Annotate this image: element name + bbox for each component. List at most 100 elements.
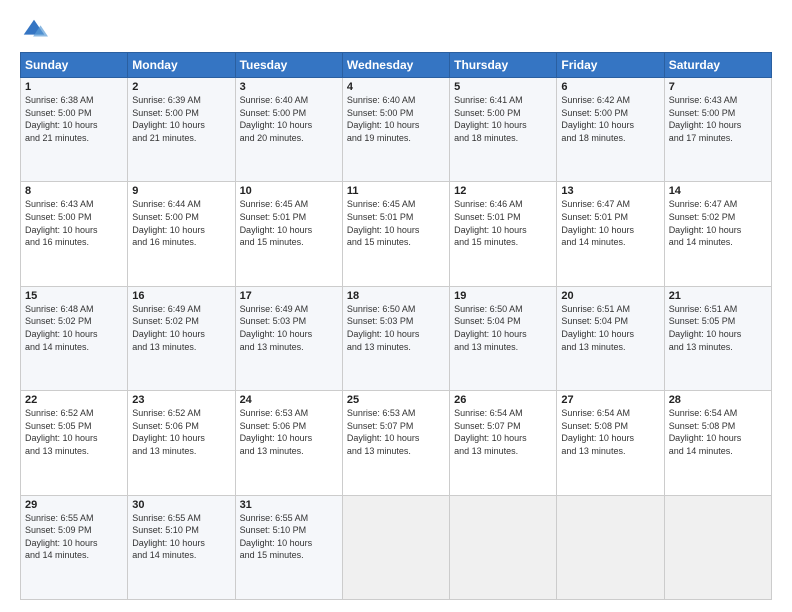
calendar-cell: 11Sunrise: 6:45 AM Sunset: 5:01 PM Dayli… <box>342 182 449 286</box>
day-number: 24 <box>240 394 338 406</box>
calendar-cell: 24Sunrise: 6:53 AM Sunset: 5:06 PM Dayli… <box>235 391 342 495</box>
calendar-cell: 16Sunrise: 6:49 AM Sunset: 5:02 PM Dayli… <box>128 286 235 390</box>
calendar-header-thursday: Thursday <box>450 53 557 78</box>
day-number: 15 <box>25 290 123 302</box>
calendar-week-row: 8Sunrise: 6:43 AM Sunset: 5:00 PM Daylig… <box>21 182 772 286</box>
day-info: Sunrise: 6:53 AM Sunset: 5:07 PM Dayligh… <box>347 407 445 457</box>
calendar-cell <box>450 495 557 599</box>
day-info: Sunrise: 6:38 AM Sunset: 5:00 PM Dayligh… <box>25 94 123 144</box>
day-number: 13 <box>561 185 659 197</box>
day-number: 6 <box>561 81 659 93</box>
day-number: 16 <box>132 290 230 302</box>
calendar-cell: 2Sunrise: 6:39 AM Sunset: 5:00 PM Daylig… <box>128 78 235 182</box>
day-number: 2 <box>132 81 230 93</box>
header <box>20 16 772 44</box>
day-info: Sunrise: 6:46 AM Sunset: 5:01 PM Dayligh… <box>454 198 552 248</box>
calendar-cell: 19Sunrise: 6:50 AM Sunset: 5:04 PM Dayli… <box>450 286 557 390</box>
day-number: 11 <box>347 185 445 197</box>
day-number: 30 <box>132 499 230 511</box>
day-info: Sunrise: 6:55 AM Sunset: 5:09 PM Dayligh… <box>25 512 123 562</box>
day-info: Sunrise: 6:42 AM Sunset: 5:00 PM Dayligh… <box>561 94 659 144</box>
calendar-cell: 4Sunrise: 6:40 AM Sunset: 5:00 PM Daylig… <box>342 78 449 182</box>
day-number: 22 <box>25 394 123 406</box>
day-number: 5 <box>454 81 552 93</box>
calendar-cell: 25Sunrise: 6:53 AM Sunset: 5:07 PM Dayli… <box>342 391 449 495</box>
day-number: 25 <box>347 394 445 406</box>
calendar-cell: 21Sunrise: 6:51 AM Sunset: 5:05 PM Dayli… <box>664 286 771 390</box>
day-info: Sunrise: 6:43 AM Sunset: 5:00 PM Dayligh… <box>669 94 767 144</box>
day-info: Sunrise: 6:52 AM Sunset: 5:05 PM Dayligh… <box>25 407 123 457</box>
calendar-cell: 31Sunrise: 6:55 AM Sunset: 5:10 PM Dayli… <box>235 495 342 599</box>
day-info: Sunrise: 6:50 AM Sunset: 5:03 PM Dayligh… <box>347 303 445 353</box>
day-number: 7 <box>669 81 767 93</box>
calendar-table: SundayMondayTuesdayWednesdayThursdayFrid… <box>20 52 772 600</box>
day-info: Sunrise: 6:51 AM Sunset: 5:05 PM Dayligh… <box>669 303 767 353</box>
day-number: 19 <box>454 290 552 302</box>
day-info: Sunrise: 6:49 AM Sunset: 5:03 PM Dayligh… <box>240 303 338 353</box>
day-info: Sunrise: 6:47 AM Sunset: 5:01 PM Dayligh… <box>561 198 659 248</box>
calendar-cell: 13Sunrise: 6:47 AM Sunset: 5:01 PM Dayli… <box>557 182 664 286</box>
calendar-cell: 8Sunrise: 6:43 AM Sunset: 5:00 PM Daylig… <box>21 182 128 286</box>
logo-icon <box>20 16 48 44</box>
day-number: 29 <box>25 499 123 511</box>
calendar-cell: 14Sunrise: 6:47 AM Sunset: 5:02 PM Dayli… <box>664 182 771 286</box>
calendar-header-friday: Friday <box>557 53 664 78</box>
calendar-header-sunday: Sunday <box>21 53 128 78</box>
calendar-cell <box>664 495 771 599</box>
calendar-cell: 23Sunrise: 6:52 AM Sunset: 5:06 PM Dayli… <box>128 391 235 495</box>
calendar-cell: 22Sunrise: 6:52 AM Sunset: 5:05 PM Dayli… <box>21 391 128 495</box>
calendar-cell: 5Sunrise: 6:41 AM Sunset: 5:00 PM Daylig… <box>450 78 557 182</box>
day-number: 18 <box>347 290 445 302</box>
day-info: Sunrise: 6:45 AM Sunset: 5:01 PM Dayligh… <box>347 198 445 248</box>
logo <box>20 16 52 44</box>
day-number: 28 <box>669 394 767 406</box>
day-info: Sunrise: 6:47 AM Sunset: 5:02 PM Dayligh… <box>669 198 767 248</box>
day-number: 26 <box>454 394 552 406</box>
day-number: 27 <box>561 394 659 406</box>
day-info: Sunrise: 6:40 AM Sunset: 5:00 PM Dayligh… <box>240 94 338 144</box>
day-info: Sunrise: 6:55 AM Sunset: 5:10 PM Dayligh… <box>240 512 338 562</box>
day-number: 9 <box>132 185 230 197</box>
calendar-header-saturday: Saturday <box>664 53 771 78</box>
day-info: Sunrise: 6:40 AM Sunset: 5:00 PM Dayligh… <box>347 94 445 144</box>
day-info: Sunrise: 6:54 AM Sunset: 5:08 PM Dayligh… <box>669 407 767 457</box>
calendar-cell: 26Sunrise: 6:54 AM Sunset: 5:07 PM Dayli… <box>450 391 557 495</box>
calendar-cell: 9Sunrise: 6:44 AM Sunset: 5:00 PM Daylig… <box>128 182 235 286</box>
day-info: Sunrise: 6:51 AM Sunset: 5:04 PM Dayligh… <box>561 303 659 353</box>
day-number: 21 <box>669 290 767 302</box>
day-number: 23 <box>132 394 230 406</box>
day-number: 20 <box>561 290 659 302</box>
calendar-week-row: 29Sunrise: 6:55 AM Sunset: 5:09 PM Dayli… <box>21 495 772 599</box>
calendar-cell: 15Sunrise: 6:48 AM Sunset: 5:02 PM Dayli… <box>21 286 128 390</box>
day-info: Sunrise: 6:45 AM Sunset: 5:01 PM Dayligh… <box>240 198 338 248</box>
page: SundayMondayTuesdayWednesdayThursdayFrid… <box>0 0 792 612</box>
day-number: 1 <box>25 81 123 93</box>
day-info: Sunrise: 6:54 AM Sunset: 5:08 PM Dayligh… <box>561 407 659 457</box>
calendar-cell: 18Sunrise: 6:50 AM Sunset: 5:03 PM Dayli… <box>342 286 449 390</box>
day-info: Sunrise: 6:39 AM Sunset: 5:00 PM Dayligh… <box>132 94 230 144</box>
day-number: 8 <box>25 185 123 197</box>
day-number: 4 <box>347 81 445 93</box>
calendar-cell: 10Sunrise: 6:45 AM Sunset: 5:01 PM Dayli… <box>235 182 342 286</box>
calendar-cell: 3Sunrise: 6:40 AM Sunset: 5:00 PM Daylig… <box>235 78 342 182</box>
day-number: 31 <box>240 499 338 511</box>
day-info: Sunrise: 6:43 AM Sunset: 5:00 PM Dayligh… <box>25 198 123 248</box>
day-info: Sunrise: 6:54 AM Sunset: 5:07 PM Dayligh… <box>454 407 552 457</box>
calendar-cell: 20Sunrise: 6:51 AM Sunset: 5:04 PM Dayli… <box>557 286 664 390</box>
calendar-cell <box>557 495 664 599</box>
calendar-cell: 28Sunrise: 6:54 AM Sunset: 5:08 PM Dayli… <box>664 391 771 495</box>
calendar-week-row: 22Sunrise: 6:52 AM Sunset: 5:05 PM Dayli… <box>21 391 772 495</box>
calendar-cell: 30Sunrise: 6:55 AM Sunset: 5:10 PM Dayli… <box>128 495 235 599</box>
day-info: Sunrise: 6:41 AM Sunset: 5:00 PM Dayligh… <box>454 94 552 144</box>
calendar-cell: 27Sunrise: 6:54 AM Sunset: 5:08 PM Dayli… <box>557 391 664 495</box>
day-info: Sunrise: 6:53 AM Sunset: 5:06 PM Dayligh… <box>240 407 338 457</box>
day-number: 14 <box>669 185 767 197</box>
calendar-header-tuesday: Tuesday <box>235 53 342 78</box>
day-number: 10 <box>240 185 338 197</box>
calendar-week-row: 15Sunrise: 6:48 AM Sunset: 5:02 PM Dayli… <box>21 286 772 390</box>
calendar-header-monday: Monday <box>128 53 235 78</box>
day-info: Sunrise: 6:49 AM Sunset: 5:02 PM Dayligh… <box>132 303 230 353</box>
calendar-cell: 29Sunrise: 6:55 AM Sunset: 5:09 PM Dayli… <box>21 495 128 599</box>
day-info: Sunrise: 6:52 AM Sunset: 5:06 PM Dayligh… <box>132 407 230 457</box>
day-info: Sunrise: 6:55 AM Sunset: 5:10 PM Dayligh… <box>132 512 230 562</box>
